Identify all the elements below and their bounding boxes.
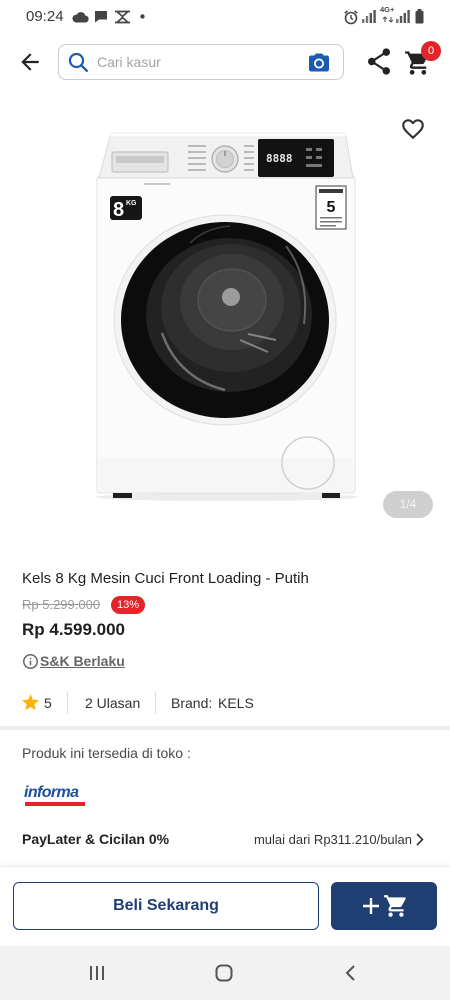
display-panel: 8888 [258,139,334,177]
buy-now-button[interactable]: Beli Sekarang [13,882,319,930]
system-navigation-bar [0,946,450,1000]
search-bar[interactable] [58,44,344,80]
discount-badge: 13% [111,596,146,614]
back-icon[interactable] [344,964,356,982]
store-availability: Produk ini tersedia di toko : informa [0,732,450,816]
image-counter: 1/4 [383,491,433,518]
add-to-cart-button[interactable] [331,882,437,930]
section-divider [0,726,450,730]
washer-door [113,214,337,426]
star-icon [22,694,39,711]
divider [155,692,156,714]
energy-label: 5 [315,185,347,230]
capacity-unit: KG [126,200,137,207]
store-logo[interactable]: informa [24,784,88,808]
product-title: Kels 8 Kg Mesin Cuci Front Loading - Put… [22,570,309,587]
status-time: 09:24 [26,8,64,25]
network-type-label: 4G+ [380,5,395,14]
info-icon[interactable] [23,654,38,669]
status-bar: 09:24 4G+ [0,0,450,34]
energy-rating: 5 [327,199,336,216]
signal-icon [362,10,376,23]
camera-icon[interactable] [309,53,329,72]
heart-outline-icon[interactable] [400,116,426,142]
rating-score: 5 [44,695,52,711]
brand-label: Brand: [171,695,213,711]
data-arrows-icon [382,16,394,23]
installment-starting-price[interactable]: mulai dari Rp311.210/bulan [254,831,412,848]
search-input[interactable] [97,45,302,79]
action-bar: Beli Sekarang [0,866,450,946]
original-price: Rp 5.299.000 [22,597,101,612]
program-knob [211,145,239,173]
share-icon[interactable] [366,48,392,75]
display-digits: 8888 [266,152,293,165]
store-logo-bar [25,802,85,806]
top-app-bar: 0 [0,36,450,88]
capacity-number: 8 [113,199,124,221]
dot-icon [140,14,145,19]
installment-label: PayLater & Cicilan 0% [22,831,170,847]
product-gallery[interactable]: 8888 8 KG 5 1/4 [0,96,450,546]
cloud-icon [72,12,89,23]
detergent-drawer [111,151,169,173]
product-image[interactable]: 8888 8 KG 5 [90,128,365,503]
machine-foot [322,493,340,498]
installment-row[interactable]: PayLater & Cicilan 0% mulai dari Rp311.2… [0,820,450,856]
back-arrow-icon[interactable] [17,49,43,75]
terms-link[interactable]: S&K Berlaku [40,653,125,670]
home-icon[interactable] [215,964,233,982]
rating-row: 5 2 Ulasan Brand: KELS [0,690,450,716]
signal-4g-icon [396,10,410,23]
alarm-icon [344,10,358,25]
product-price: Rp 4.599.000 [22,620,126,639]
capacity-badge: 8 KG [110,196,142,221]
battery-icon [415,9,424,24]
plus-icon [363,898,379,914]
message-icon [95,11,107,23]
machine-foot [113,493,132,498]
recents-icon[interactable] [89,965,105,981]
review-count-link[interactable]: 2 Ulasan [85,694,140,712]
divider [67,692,68,714]
store-logo-text: informa [24,784,79,801]
brand-value[interactable]: KELS [218,694,254,712]
store-heading: Produk ini tersedia di toko : [22,745,191,761]
cart-count-badge[interactable]: 0 [421,41,441,61]
chevron-right-icon[interactable] [415,832,425,847]
product-info: Kels 8 Kg Mesin Cuci Front Loading - Put… [0,546,450,686]
floor-shadow [95,493,359,501]
cart-icon [384,895,406,917]
app-notification-icon [115,10,130,24]
search-icon [68,52,88,72]
